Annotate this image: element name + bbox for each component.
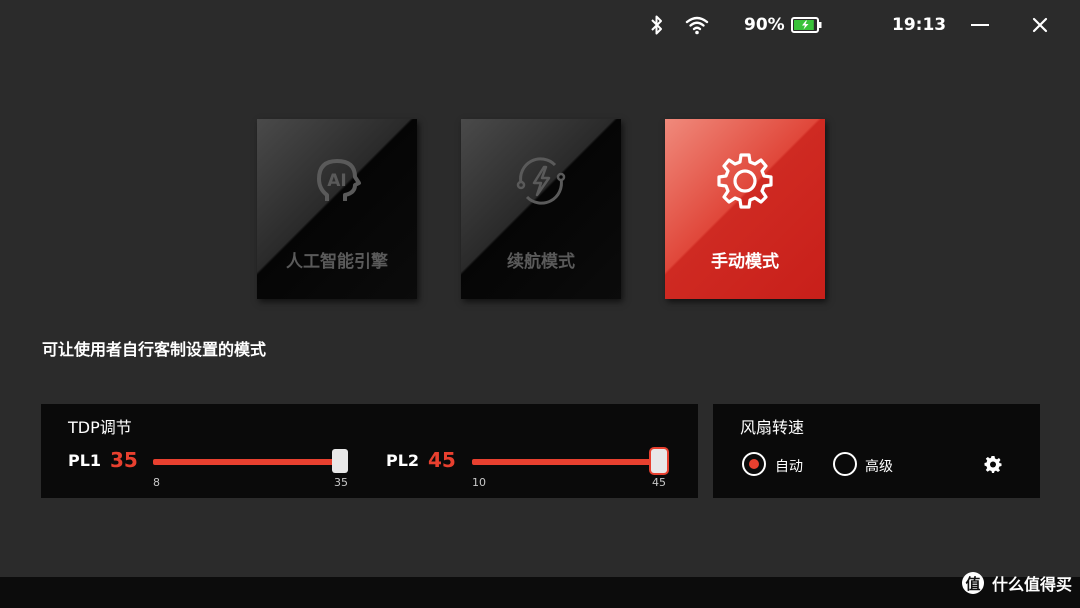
mode-label: 续航模式 — [507, 252, 575, 272]
battery-icon — [790, 14, 822, 36]
mode-label: 手动模式 — [711, 252, 779, 272]
fan-advanced-label: 高级 — [865, 459, 893, 475]
watermark-text: 什么值得买 — [991, 575, 1072, 594]
bluetooth-icon[interactable] — [648, 14, 666, 36]
pl1-label: PL1 — [68, 451, 102, 470]
mode-tile-endurance[interactable]: 续航模式 — [461, 119, 621, 299]
fan-settings-gear-icon[interactable] — [984, 455, 1002, 473]
radio-selected-dot — [749, 459, 759, 469]
mode-tile-ai-engine[interactable]: AI 人工智能引擎 — [257, 119, 417, 299]
tdp-panel: TDP调节 PL1 35 8 35 PL2 45 10 45 — [41, 404, 698, 498]
tdp-title: TDP调节 — [68, 418, 132, 437]
fan-speed-title: 风扇转速 — [740, 418, 805, 437]
mode-tile-manual[interactable]: 手动模式 — [665, 119, 825, 299]
pl2-label: PL2 — [386, 451, 420, 470]
watermark: 值 什么值得买 — [961, 571, 1072, 595]
battery-percent: 90% — [744, 15, 785, 35]
fan-auto-radio[interactable] — [742, 452, 766, 476]
pl1-max: 35 — [334, 476, 348, 489]
pl2-slider-thumb[interactable] — [651, 449, 667, 473]
ai-head-icon: AI — [305, 149, 369, 213]
mode-selector: AI 人工智能引擎 续航模式 手动模式 — [257, 119, 827, 299]
fan-advanced-radio[interactable] — [833, 452, 857, 476]
watermark-logo: 值 — [961, 572, 984, 594]
pl1-slider-thumb[interactable] — [332, 449, 348, 473]
mode-description: 可让使用者自行客制设置的模式 — [42, 340, 267, 359]
svg-text:AI: AI — [327, 171, 346, 191]
status-bar: 90% 19:13 — [0, 0, 1080, 50]
pl1-slider-track[interactable] — [153, 459, 343, 465]
fan-auto-label: 自动 — [775, 459, 803, 475]
pl2-value: 45 — [428, 448, 456, 472]
minimize-icon[interactable] — [970, 14, 990, 36]
clock: 19:13 — [892, 15, 947, 35]
fan-speed-panel: 风扇转速 自动 高级 — [713, 404, 1040, 498]
gear-icon — [713, 149, 777, 213]
pl2-slider-track[interactable] — [472, 459, 662, 465]
bottom-bar — [0, 577, 1080, 608]
pl2-min: 10 — [472, 476, 486, 489]
wifi-icon[interactable] — [684, 14, 710, 36]
pl2-max: 45 — [652, 476, 666, 489]
pl1-value: 35 — [110, 448, 138, 472]
mode-label: 人工智能引擎 — [286, 252, 388, 272]
pl1-min: 8 — [153, 476, 160, 489]
close-icon[interactable] — [1031, 14, 1049, 36]
lightning-cycle-icon — [509, 149, 573, 213]
